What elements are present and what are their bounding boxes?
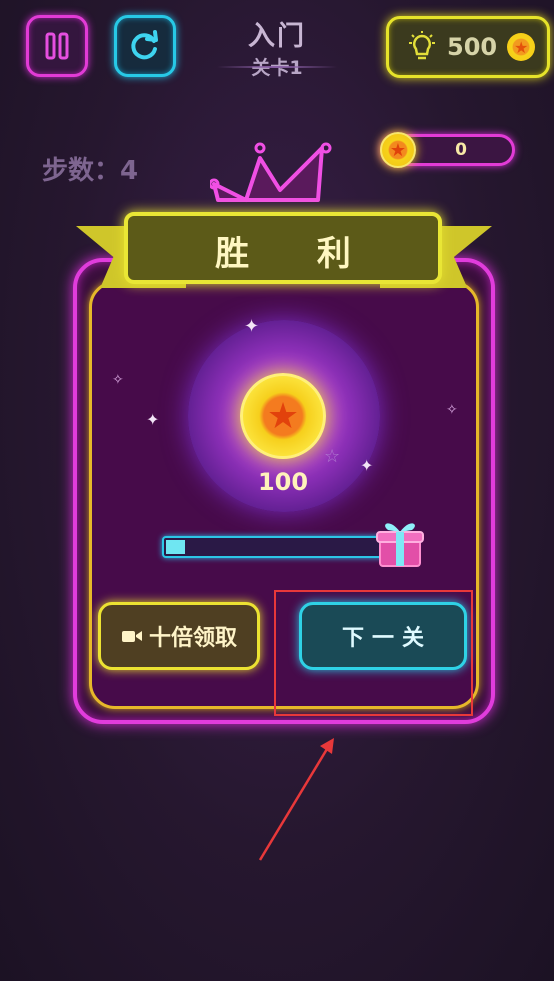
sparkle-icon: ✧ — [446, 402, 458, 418]
restart-icon — [131, 30, 158, 60]
progress-fill — [166, 540, 185, 554]
sparkle-icon: ✦ — [244, 316, 260, 337]
pause-icon — [45, 32, 69, 60]
star-coin-icon: ★ — [380, 132, 416, 168]
restart-button[interactable] — [114, 15, 176, 77]
level-title-block: 入门 关卡1 — [197, 14, 357, 80]
title-divider — [217, 66, 337, 68]
ten-times-claim-label: 十倍领取 — [148, 626, 237, 651]
pause-button[interactable] — [26, 15, 88, 77]
gift-box-icon[interactable] — [374, 514, 426, 570]
star-outline-icon: ☆ — [324, 446, 341, 467]
highlight-box — [274, 590, 473, 716]
sparkle-icon: ✧ — [112, 372, 124, 388]
sparkle-icon: ✦ — [360, 456, 374, 475]
coin-balance-value: 0 — [455, 140, 467, 160]
level-name: 入门 — [248, 21, 306, 52]
victory-title: 胜 利 — [215, 234, 379, 274]
hint-count: 500 — [447, 33, 498, 61]
hint-button[interactable]: 500 ★ — [386, 16, 550, 78]
steps-counter: 步数：4 — [42, 156, 139, 186]
star-coin-icon: ★ — [240, 373, 326, 459]
reward-amount: 100 — [257, 468, 309, 496]
lightbulb-icon — [409, 31, 435, 60]
reward-progress-bar — [162, 536, 398, 558]
star-coin-icon: ★ — [507, 33, 536, 61]
pointer-arrow — [258, 738, 334, 861]
sparkle-icon: ✦ — [146, 410, 160, 429]
crown-icon — [210, 142, 332, 202]
ten-times-claim-button[interactable]: 十倍领取 — [98, 602, 260, 670]
video-camera-icon — [121, 631, 142, 642]
